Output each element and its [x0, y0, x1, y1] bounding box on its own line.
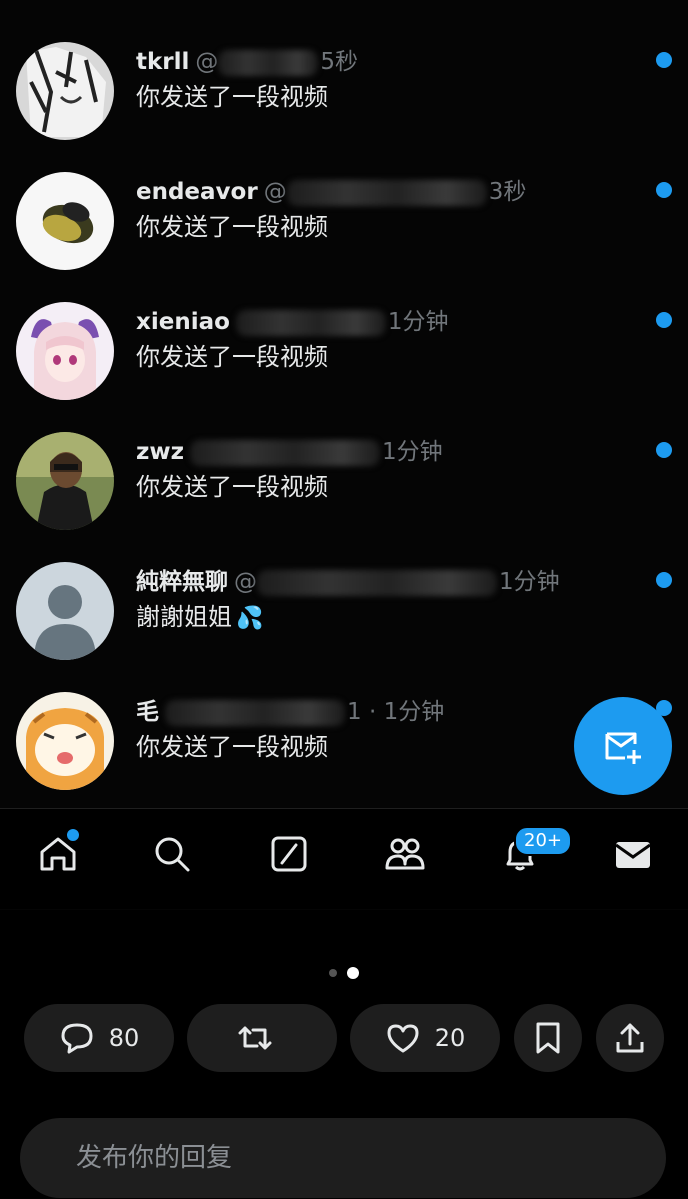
avatar[interactable]	[16, 172, 114, 270]
display-name: zwz	[136, 439, 185, 465]
unread-indicator	[656, 52, 672, 68]
avatar[interactable]	[16, 562, 114, 660]
timestamp: 5秒	[320, 49, 359, 75]
unread-indicator	[656, 442, 672, 458]
like-button[interactable]: 20	[350, 1004, 500, 1072]
timestamp: 1 · 1分钟	[347, 699, 445, 725]
timestamp: 1分钟	[387, 309, 449, 335]
display-name: xieniao	[136, 309, 230, 335]
message-preview: 你发送了一段视频	[136, 343, 328, 371]
unread-indicator	[656, 182, 672, 198]
conversation-row[interactable]: 純粹無聊 @1分钟 謝謝姐姐 💦	[0, 562, 688, 692]
message-preview: 你发送了一段视频	[136, 733, 328, 761]
sweat-droplets-icon: 💦	[236, 606, 264, 631]
handle: @	[234, 569, 257, 595]
display-name: 毛	[136, 699, 159, 725]
message-preview: 謝謝姐姐 💦	[136, 600, 263, 636]
display-name: tkrll	[136, 49, 190, 75]
conversation-header: endeavor @3秒	[136, 172, 636, 212]
message-preview: 你发送了一段视频	[136, 213, 328, 241]
redacted-handle	[286, 179, 487, 206]
tab-communities[interactable]	[380, 829, 430, 879]
conversation-row[interactable]: tkrll @5秒 你发送了一段视频	[0, 42, 688, 172]
conversation-header: 純粹無聊 @1分钟	[136, 562, 636, 602]
home-notification-dot	[65, 827, 81, 843]
conversation-row[interactable]: endeavor @3秒 你发送了一段视频	[0, 172, 688, 302]
timestamp: 3秒	[488, 179, 527, 205]
avatar[interactable]	[16, 432, 114, 530]
message-text: 謝謝姐姐	[136, 603, 232, 631]
reply-placeholder: 发布你的回复	[76, 1143, 233, 1173]
retweet-icon	[238, 1026, 272, 1050]
retweet-button[interactable]	[187, 1004, 337, 1072]
comment-count: 80	[108, 1024, 140, 1052]
tab-search[interactable]	[147, 829, 197, 879]
conversation-header: 毛 1 · 1分钟	[136, 692, 636, 732]
handle: @	[263, 179, 287, 205]
unread-indicator	[656, 572, 672, 588]
cartoon-cat-icon	[16, 692, 114, 790]
conversation-row[interactable]: xieniao 1分钟 你发送了一段视频	[0, 302, 688, 432]
message-preview: 你发送了一段视频	[136, 473, 328, 501]
display-name: 純粹無聊	[136, 569, 228, 595]
redacted-handle	[235, 309, 386, 336]
timestamp: 1分钟	[382, 439, 443, 465]
conversation-header: xieniao 1分钟	[136, 302, 636, 342]
bottom-tab-bar	[0, 808, 688, 909]
share-icon	[616, 1023, 644, 1053]
carousel-dot[interactable]	[329, 969, 337, 977]
timestamp: 1分钟	[499, 569, 560, 595]
tab-home[interactable]	[33, 827, 83, 879]
tab-messages[interactable]	[608, 829, 658, 879]
notification-count-badge: 20+	[514, 826, 572, 856]
screenshot-content: tkrll@5秒 你发送了一段视频 endeavor@3秒 你发送了一段视频	[0, 0, 688, 910]
carousel-dot-active[interactable]	[347, 967, 359, 979]
avocado-icon	[16, 172, 114, 270]
search-icon	[155, 837, 190, 872]
conversation-header: zwz 1分钟	[136, 432, 636, 472]
person-photo-icon	[16, 432, 114, 530]
share-button[interactable]	[596, 1004, 664, 1072]
redacted-handle	[190, 439, 381, 466]
avatar[interactable]	[16, 42, 114, 140]
new-message-button[interactable]	[574, 697, 672, 795]
bookmark-icon	[536, 1022, 560, 1054]
people-icon	[385, 838, 425, 870]
like-count: 20	[434, 1024, 466, 1052]
unread-indicator	[656, 312, 672, 328]
carousel-indicator	[329, 966, 369, 980]
tab-grok[interactable]	[264, 829, 314, 879]
bookmark-button[interactable]	[514, 1004, 582, 1072]
manga-portrait-icon	[16, 42, 114, 140]
redacted-handle	[257, 569, 497, 596]
comment-icon	[61, 1023, 93, 1054]
avatar[interactable]	[16, 692, 114, 790]
anime-girl-icon	[16, 302, 114, 400]
redacted-handle	[218, 49, 319, 76]
display-name: endeavor	[136, 179, 258, 205]
conversation-header: tkrll @5秒	[136, 42, 636, 82]
new-message-icon	[605, 732, 641, 764]
mail-icon	[615, 842, 651, 868]
conversation-row[interactable]: zwz 1分钟 你发送了一段视频	[0, 432, 688, 562]
redacted-handle	[165, 699, 345, 726]
handle: @	[195, 49, 219, 75]
grok-icon	[271, 836, 307, 872]
comment-button[interactable]: 80	[24, 1004, 174, 1072]
message-preview: 你发送了一段视频	[136, 83, 328, 111]
default-avatar-icon	[16, 562, 114, 660]
heart-icon	[387, 1024, 419, 1053]
avatar[interactable]	[16, 302, 114, 400]
reply-input[interactable]: 发布你的回复	[20, 1118, 666, 1198]
